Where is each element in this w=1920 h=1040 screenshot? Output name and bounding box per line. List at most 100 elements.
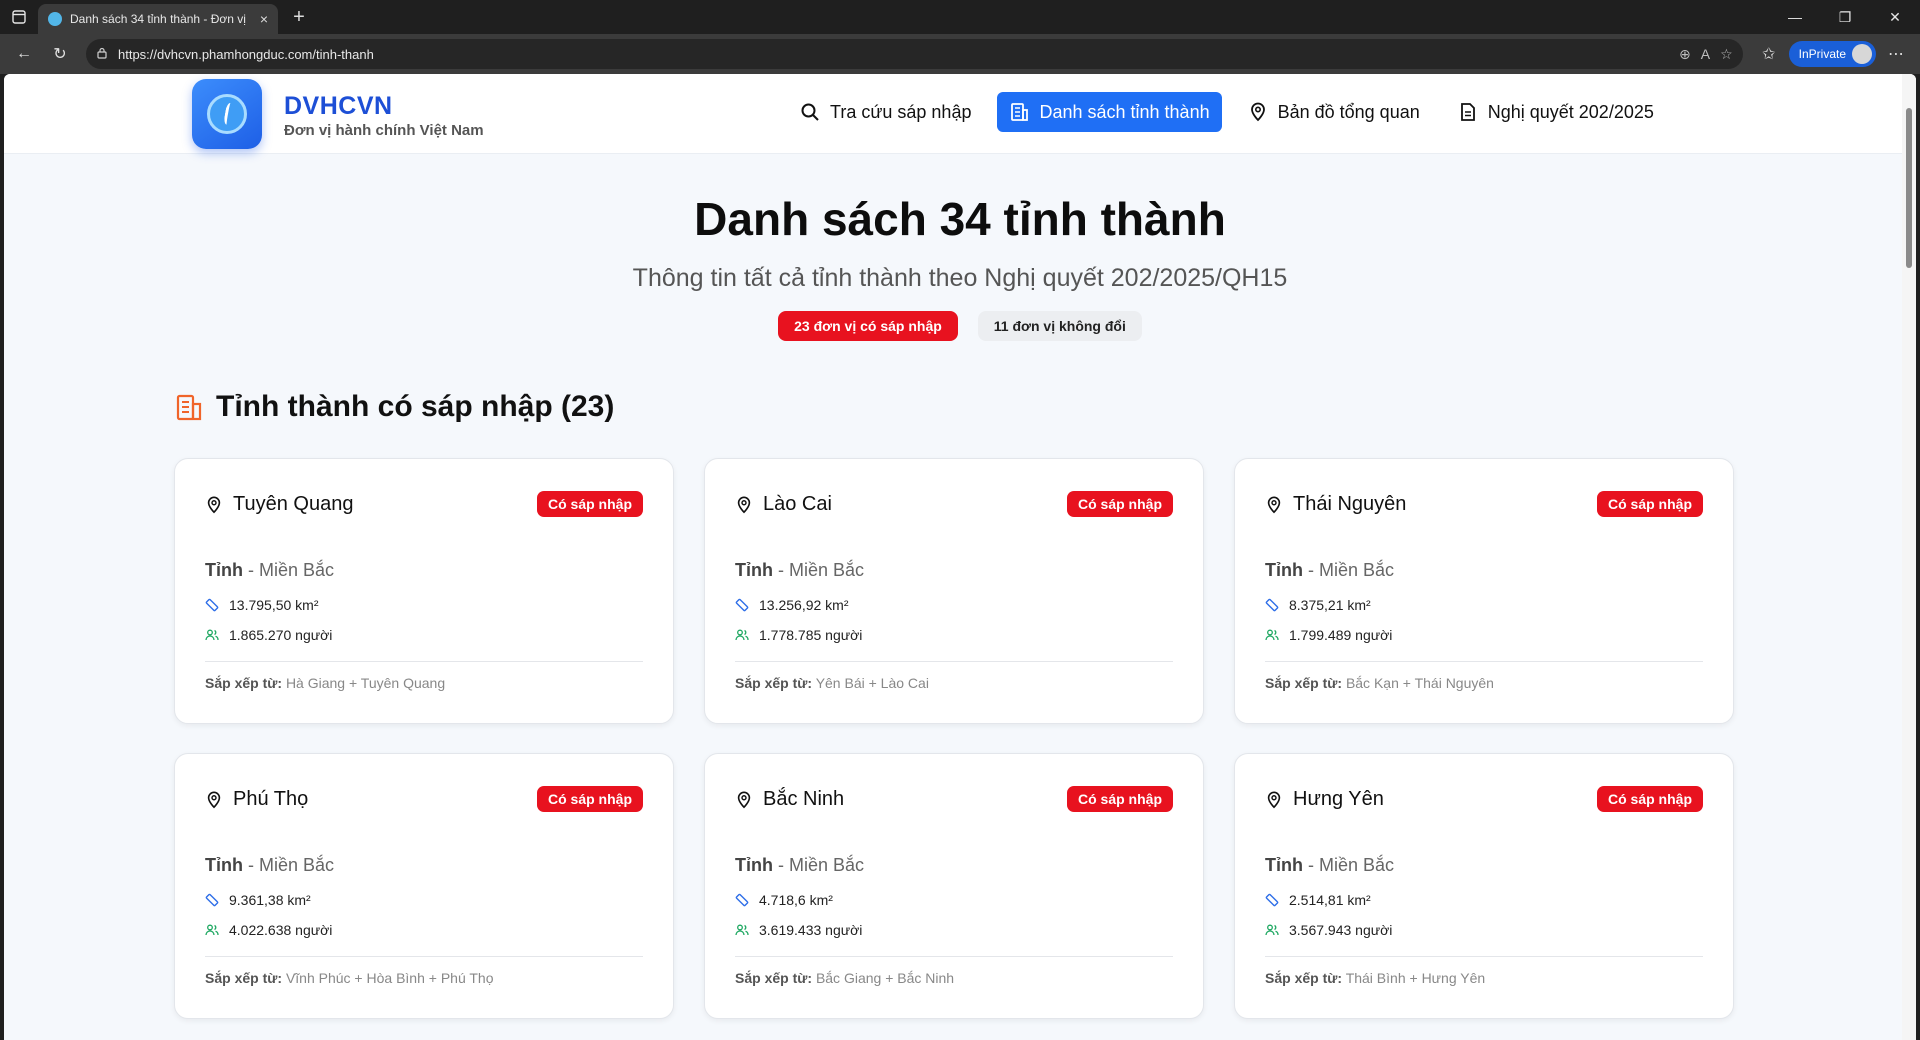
province-name: Tuyên Quang [233, 493, 354, 515]
province-type-label: Tỉnh [1265, 855, 1303, 875]
site-logo[interactable] [192, 79, 262, 149]
province-region: - Miền Bắc [773, 855, 865, 875]
map-pin-icon [1250, 102, 1265, 122]
address-bar[interactable]: https://dvhcvn.phamhongduc.com/tinh-than… [86, 39, 1743, 69]
province-name: Bắc Ninh [763, 788, 845, 810]
site-favicon-icon [48, 12, 62, 26]
merged-count-pill[interactable]: 23 đơn vị có sáp nhập [778, 311, 958, 341]
province-card[interactable]: Phú Thọ Có sáp nhập Tỉnh - Miền Bắc 9.36… [174, 753, 674, 1019]
page-scrollbar[interactable] [1902, 74, 1916, 1040]
back-icon[interactable]: ← [8, 38, 40, 70]
search-icon [801, 103, 819, 121]
profile-avatar [1852, 44, 1872, 64]
nav-label: Nghị quyết 202/2025 [1487, 101, 1654, 122]
population-row: 1.778.785 người [735, 627, 862, 643]
province-card[interactable]: Thái Nguyên Có sáp nhập Tỉnh - Miền Bắc … [1234, 458, 1734, 724]
province-card[interactable]: Hưng Yên Có sáp nhập Tỉnh - Miền Bắc 2.5… [1234, 753, 1734, 1019]
ruler-icon [205, 598, 219, 612]
restore-icon[interactable]: ❐ [1820, 0, 1870, 34]
tab-close-icon[interactable]: × [260, 11, 268, 27]
scrollbar-thumb[interactable] [1906, 108, 1912, 268]
merged-from-value: Bắc Giang + Bắc Ninh [815, 970, 955, 986]
nav-label: Bản đồ tổng quan [1277, 101, 1420, 122]
inprivate-label: InPrivate [1798, 47, 1846, 61]
refresh-icon[interactable]: ↻ [44, 38, 76, 70]
users-icon [1265, 924, 1279, 936]
url-text[interactable]: https://dvhcvn.phamhongduc.com/tinh-than… [118, 47, 1669, 62]
ruler-icon [735, 893, 749, 907]
section-title: Tỉnh thành có sáp nhập (23) [216, 390, 615, 423]
unchanged-count-pill[interactable]: 11 đơn vị không đổi [977, 311, 1142, 341]
nav-label: Danh sách tỉnh thành [1039, 101, 1210, 122]
province-name: Hưng Yên [1293, 788, 1384, 810]
province-card[interactable]: Bắc Ninh Có sáp nhập Tỉnh - Miền Bắc 4.7… [704, 753, 1204, 1019]
card-divider [735, 661, 1173, 662]
merged-from-label: Sắp xếp từ: [735, 970, 813, 986]
building-icon [176, 394, 202, 421]
page-title: Danh sách 34 tỉnh thành [694, 193, 1226, 245]
merged-from-value: Bắc Kạn + Thái Nguyên [1345, 675, 1494, 691]
nav-label: Tra cứu sáp nhập [830, 101, 972, 122]
province-area: 4.718,6 km² [759, 892, 833, 908]
province-type: Tỉnh - Miền Bắc [735, 560, 864, 581]
page-description: Thông tin tất cả tỉnh thành theo Nghị qu… [632, 264, 1288, 292]
province-area: 13.795,50 km² [229, 597, 319, 613]
users-icon [205, 629, 219, 641]
merged-from-label: Sắp xếp từ: [205, 675, 283, 691]
province-area: 2.514,81 km² [1289, 892, 1371, 908]
more-options-icon[interactable]: ⋯ [1880, 38, 1912, 70]
province-type: Tỉnh - Miền Bắc [735, 855, 864, 876]
read-aloud-icon[interactable]: A [1701, 46, 1710, 62]
nav-item-province-list[interactable]: Danh sách tỉnh thành [997, 92, 1222, 132]
inprivate-badge[interactable]: InPrivate [1788, 41, 1876, 67]
province-card[interactable]: Tuyên Quang Có sáp nhập Tỉnh - Miền Bắc … [174, 458, 674, 724]
area-row: 13.795,50 km² [205, 597, 319, 613]
merged-from: Sắp xếp từ: Vĩnh Phúc + Hòa Bình + Phú T… [205, 970, 494, 986]
new-tab-button[interactable]: + [284, 2, 314, 32]
favorite-star-icon[interactable]: ☆ [1720, 46, 1733, 63]
tab-title: Danh sách 34 tỉnh thành - Đơn vị [70, 12, 246, 26]
province-type-label: Tỉnh [735, 855, 773, 875]
province-area: 13.256,92 km² [759, 597, 849, 613]
browser-tab-active[interactable]: Danh sách 34 tỉnh thành - Đơn vị × [38, 4, 278, 34]
card-divider [1265, 661, 1703, 662]
card-divider [1265, 956, 1703, 957]
ruler-icon [1265, 893, 1279, 907]
close-window-icon[interactable]: ✕ [1870, 0, 1920, 34]
merged-from: Sắp xếp từ: Bắc Kạn + Thái Nguyên [1265, 675, 1494, 691]
province-population: 1.778.785 người [759, 627, 863, 643]
users-icon [205, 924, 219, 936]
ruler-icon [1265, 598, 1279, 612]
site-info-lock-icon[interactable] [96, 46, 108, 62]
users-icon [735, 629, 749, 641]
province-type-label: Tỉnh [1265, 560, 1303, 580]
window-menu-icon[interactable] [0, 0, 38, 34]
browser-toolbar: ← ↻ https://dvhcvn.phamhongduc.com/tinh-… [0, 34, 1920, 74]
nav-item-overview-map[interactable]: Bản đồ tổng quan [1236, 92, 1432, 132]
population-row: 4.022.638 người [205, 922, 332, 938]
zoom-icon[interactable]: ⊕ [1679, 46, 1691, 63]
site-header: DVHCVN Đơn vị hành chính Việt Nam Tra cứ… [4, 74, 1916, 154]
favorites-icon[interactable]: ✩ [1753, 38, 1785, 70]
province-area: 8.375,21 km² [1289, 597, 1371, 613]
population-row: 1.799.489 người [1265, 627, 1392, 643]
province-type: Tỉnh - Miền Bắc [1265, 560, 1394, 581]
merged-from-value: Vĩnh Phúc + Hòa Bình + Phú Thọ [285, 970, 494, 986]
province-area: 9.361,38 km² [229, 892, 311, 908]
merged-from: Sắp xếp từ: Yên Bái + Lào Cai [735, 675, 929, 691]
province-type: Tỉnh - Miền Bắc [205, 855, 334, 876]
map-pin-icon [207, 791, 221, 808]
merged-badge: Có sáp nhập [536, 491, 643, 517]
province-population: 3.567.943 người [1289, 922, 1393, 938]
brand-subtitle: Đơn vị hành chính Việt Nam [284, 122, 484, 139]
province-name: Phú Thọ [233, 788, 309, 810]
minimize-icon[interactable]: ― [1770, 0, 1820, 34]
nav-item-lookup[interactable]: Tra cứu sáp nhập [788, 92, 983, 132]
window-controls: ― ❐ ✕ [1770, 0, 1920, 34]
brand[interactable]: DVHCVN Đơn vị hành chính Việt Nam [284, 92, 484, 139]
province-population: 4.022.638 người [229, 922, 333, 938]
province-card[interactable]: Lào Cai Có sáp nhập Tỉnh - Miền Bắc 13.2… [704, 458, 1204, 724]
province-region: - Miền Bắc [243, 560, 335, 580]
province-region: - Miền Bắc [1303, 855, 1395, 875]
nav-item-resolution[interactable]: Nghị quyết 202/2025 [1446, 92, 1666, 132]
